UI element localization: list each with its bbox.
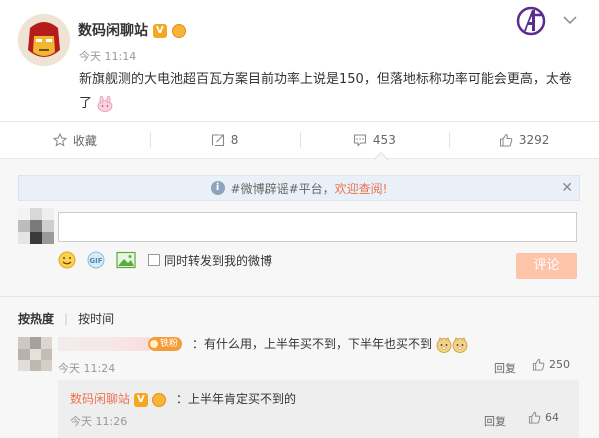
submit-comment-button[interactable]: 评论 (516, 253, 577, 279)
comment-text: ：有什么用，上半年买不到，下半年也买不到 (192, 335, 468, 353)
comment-reply-button[interactable]: 回复 (494, 360, 516, 376)
reply-box (58, 380, 579, 438)
post-time[interactable]: 今天 11:14 (79, 48, 136, 64)
comment-tools: GIF 同时转发到我的微博 (58, 251, 272, 269)
comment-time: 今天 11:24 (58, 362, 116, 375)
rabbit-emoji-icon (97, 95, 113, 112)
reply-author[interactable]: 数码闲聊站 V (70, 390, 166, 407)
post-action-bar: 收藏 8 453 3292 (0, 122, 599, 158)
caret-up-icon (374, 152, 388, 160)
comment-like-count: 250 (549, 358, 570, 371)
reply-like-button[interactable]: 64 (528, 411, 559, 424)
thumbs-up-icon (528, 411, 541, 424)
commenter-name-obscured[interactable] (58, 337, 150, 351)
avengers-badge-icon[interactable] (516, 6, 546, 36)
reply-time: 今天 11:26 (70, 415, 128, 428)
star-icon (52, 133, 67, 147)
checkbox-box[interactable] (148, 254, 160, 266)
share-checkbox[interactable]: 同时转发到我的微博 (148, 252, 272, 269)
thumbs-up-icon (499, 133, 513, 147)
reply-text: ：上半年肯定买不到的 (176, 392, 297, 406)
comment-like-button[interactable]: 250 (532, 358, 570, 371)
repost-icon (211, 134, 224, 147)
svg-text:GIF: GIF (89, 257, 102, 265)
favorite-label: 收藏 (72, 133, 97, 148)
reply-author-name[interactable]: 数码闲聊站 (70, 392, 130, 406)
close-icon[interactable]: ✕ (561, 180, 573, 196)
verified-v-badge: V (152, 24, 167, 38)
sort-tabs: 按热度 | 按时间 (18, 310, 114, 327)
fan-badge-icon (150, 340, 158, 348)
author-avatar[interactable] (18, 14, 70, 66)
tab-sort-time[interactable]: 按时间 (78, 310, 114, 327)
smiley-icon[interactable] (58, 251, 76, 269)
post-author[interactable]: 数码闲聊站 V (78, 20, 186, 40)
repost-button[interactable]: 8 (149, 122, 300, 158)
rumor-notice-text: #微博辟谣#平台， (230, 181, 335, 196)
rumor-notice-link[interactable]: 欢迎查阅! (335, 180, 388, 197)
comment-input[interactable] (58, 212, 577, 242)
tab-sort-hot[interactable]: 按热度 (18, 310, 54, 327)
comment-body: ：有什么用，上半年买不到，下半年也买不到 (192, 337, 433, 351)
verified-v-badge: V (133, 392, 148, 407)
share-checkbox-label: 同时转发到我的微博 (164, 253, 273, 268)
medal-icon (171, 24, 186, 38)
reply-reply-button[interactable]: 回复 (484, 413, 506, 429)
comment-count: 453 (372, 133, 396, 147)
commenter-avatar[interactable] (18, 337, 52, 371)
divider (0, 296, 599, 297)
repost-count: 8 (230, 133, 239, 147)
post-body: 新旗舰测的大电池超百瓦方案目前功率上说是150，但落地标称功率可能会更高，太卷了 (79, 72, 572, 111)
image-icon[interactable] (116, 251, 136, 269)
fan-badge-label: 铁粉 (160, 339, 179, 349)
like-count: 3292 (518, 133, 550, 147)
rumor-notice: i #微博辟谣#平台， 欢迎查阅! (18, 175, 580, 201)
favorite-button[interactable]: 收藏 (0, 122, 150, 158)
my-avatar (18, 208, 54, 244)
post-text: 新旗舰测的大电池超百瓦方案目前功率上说是150，但落地标称功率可能会更高，太卷了 (79, 68, 579, 116)
doge-emoji-icon (452, 336, 468, 353)
tab-separator: | (64, 311, 69, 326)
like-button[interactable]: 3292 (449, 122, 599, 158)
fan-badge: 铁粉 (148, 337, 183, 351)
ironman-avatar-icon (18, 14, 70, 66)
info-icon: i (210, 181, 225, 195)
chevron-down-icon[interactable] (562, 14, 578, 26)
doge-emoji-icon (436, 336, 452, 353)
medal-icon (151, 392, 166, 407)
reply-like-count: 64 (545, 411, 559, 424)
author-name[interactable]: 数码闲聊站 (78, 23, 148, 39)
gif-icon[interactable]: GIF (86, 251, 106, 269)
comment-icon (353, 134, 366, 147)
thumbs-up-icon (532, 358, 545, 371)
